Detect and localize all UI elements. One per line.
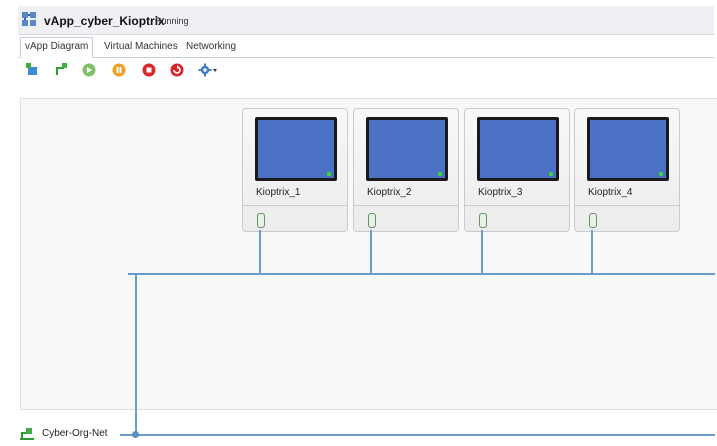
- nic-icon[interactable]: [257, 213, 265, 228]
- add-network-icon[interactable]: [54, 63, 68, 77]
- vm-connection-line: [259, 230, 261, 274]
- power-on-icon[interactable]: [82, 63, 96, 77]
- vapp-network-bus: [128, 273, 715, 275]
- running-led-icon: [327, 172, 331, 176]
- vm-console-icon[interactable]: [587, 117, 669, 181]
- vm-name: Kioptrix_3: [478, 187, 523, 198]
- nic-icon[interactable]: [589, 213, 597, 228]
- vm-name: Kioptrix_1: [256, 187, 301, 198]
- suspend-icon[interactable]: [112, 63, 126, 77]
- vm-card-kioptrix-2[interactable]: Kioptrix_2: [353, 108, 459, 232]
- vm-console-icon[interactable]: [255, 117, 337, 181]
- page-title: vApp_cyber_Kioptrix: [44, 14, 165, 28]
- divider: [354, 205, 458, 206]
- vm-connection-line: [591, 230, 593, 274]
- network-icon: [20, 428, 34, 440]
- vapp-icon: [22, 12, 36, 26]
- vm-name: Kioptrix_2: [367, 187, 412, 198]
- running-led-icon: [659, 172, 663, 176]
- vm-console-icon[interactable]: [477, 117, 559, 181]
- network-label[interactable]: Cyber-Org-Net: [42, 428, 108, 439]
- vm-card-kioptrix-4[interactable]: Kioptrix_4: [574, 108, 680, 232]
- toolbar: [22, 60, 222, 80]
- add-vm-icon[interactable]: [26, 63, 40, 77]
- nic-icon[interactable]: [479, 213, 487, 228]
- tab-vapp-diagram[interactable]: vApp Diagram: [20, 37, 94, 58]
- divider: [465, 205, 569, 206]
- network-junction: [132, 431, 139, 438]
- nic-icon[interactable]: [368, 213, 376, 228]
- running-led-icon: [549, 172, 553, 176]
- vm-connection-line: [370, 230, 372, 274]
- divider: [575, 205, 679, 206]
- vm-connection-line: [481, 230, 483, 274]
- divider: [243, 205, 347, 206]
- tab-networking[interactable]: Networking: [182, 38, 240, 56]
- vm-console-icon[interactable]: [366, 117, 448, 181]
- org-network-link: [135, 273, 137, 435]
- settings-dropdown-icon[interactable]: [198, 63, 218, 77]
- vm-name: Kioptrix_4: [588, 187, 633, 198]
- tab-virtual-machines[interactable]: Virtual Machines: [100, 38, 182, 56]
- org-network-line[interactable]: [120, 434, 715, 436]
- tab-bar: vApp Diagram Virtual Machines Networking: [18, 36, 714, 58]
- title-bar: vApp_cyber_Kioptrix Running: [18, 6, 714, 35]
- vm-card-kioptrix-1[interactable]: Kioptrix_1: [242, 108, 348, 232]
- status-badge: Running: [155, 16, 189, 26]
- vm-card-kioptrix-3[interactable]: Kioptrix_3: [464, 108, 570, 232]
- running-led-icon: [438, 172, 442, 176]
- power-off-icon[interactable]: [142, 63, 156, 77]
- reset-icon[interactable]: [170, 63, 184, 77]
